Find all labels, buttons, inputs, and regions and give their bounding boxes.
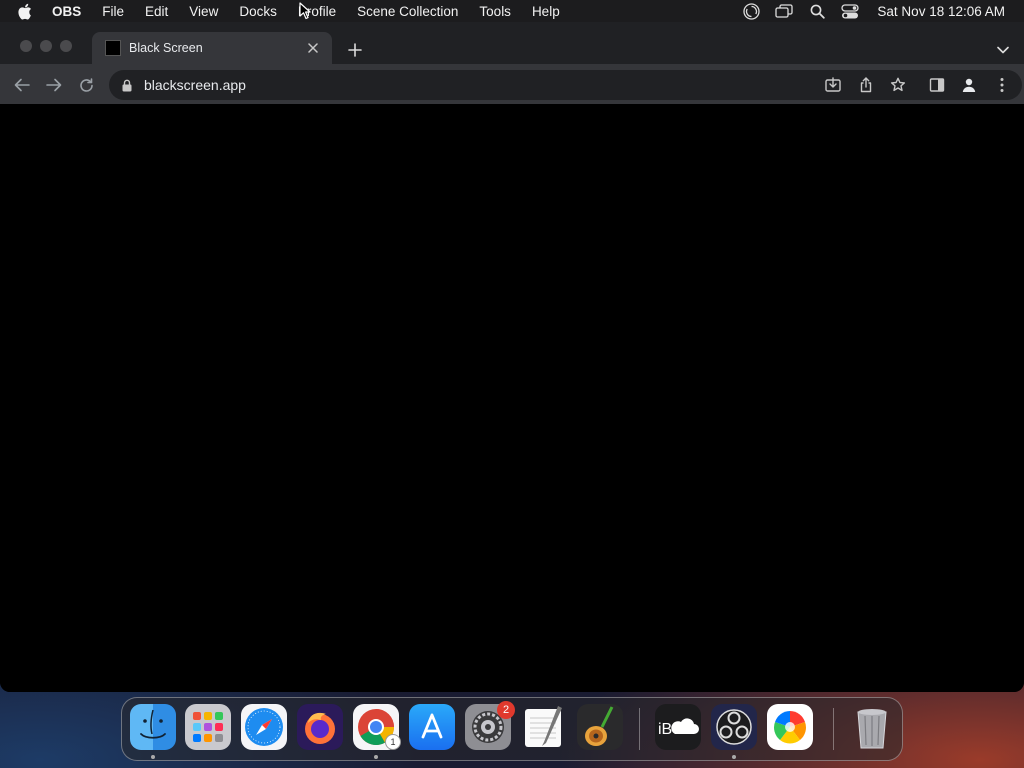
dock-separator <box>833 708 834 750</box>
lock-icon[interactable] <box>120 78 134 92</box>
trash-icon[interactable] <box>849 704 895 750</box>
search-icon[interactable] <box>807 3 827 19</box>
new-tab-button[interactable] <box>344 39 366 61</box>
firefox-icon[interactable] <box>297 704 343 750</box>
menu-view[interactable]: View <box>189 4 218 19</box>
window-controls <box>20 40 72 52</box>
back-arrow-icon[interactable] <box>11 74 33 96</box>
chrome-badge: 1 <box>385 734 401 750</box>
launchpad-icon[interactable] <box>185 704 231 750</box>
browser-toolbar: blackscreen.app <box>0 64 1024 104</box>
share-icon[interactable] <box>855 74 877 96</box>
bookmark-star-icon[interactable] <box>887 74 909 96</box>
obs-icon[interactable] <box>711 704 757 759</box>
menu-docks[interactable]: Docks <box>239 4 277 19</box>
more-menu-icon[interactable] <box>991 74 1013 96</box>
url-text[interactable]: blackscreen.app <box>144 77 246 93</box>
apple-menu-icon[interactable] <box>17 2 35 20</box>
color-icon[interactable] <box>767 704 813 750</box>
mouse-pointer-icon <box>299 2 311 25</box>
dock: 1 2 iB <box>121 697 903 761</box>
tab-title: Black Screen <box>129 41 203 55</box>
forward-arrow-icon[interactable] <box>43 74 65 96</box>
menu-edit[interactable]: Edit <box>145 4 168 19</box>
menu-bar: OBS File Edit View Docks Profile Scene C… <box>0 0 1024 22</box>
menu-help[interactable]: Help <box>532 4 560 19</box>
running-indicator <box>374 755 378 759</box>
tab-search-chevron-icon[interactable] <box>994 41 1012 59</box>
close-window-button[interactable] <box>20 40 32 52</box>
obs-status-icon[interactable] <box>741 2 761 20</box>
garageband-icon[interactable] <box>577 704 623 750</box>
running-indicator <box>732 755 736 759</box>
control-center-icon[interactable] <box>840 3 860 19</box>
page-viewport-black[interactable] <box>0 104 1024 692</box>
settings-badge: 2 <box>497 701 515 719</box>
close-tab-icon[interactable] <box>304 39 322 57</box>
menu-clock[interactable]: Sat Nov 18 12:06 AM <box>877 4 1005 19</box>
app-store-icon[interactable] <box>409 704 455 750</box>
dock-separator <box>639 708 640 750</box>
tab-favicon <box>105 40 121 56</box>
side-panel-icon[interactable] <box>926 74 948 96</box>
menu-tools[interactable]: Tools <box>479 4 511 19</box>
ib-cloud-icon[interactable]: iB <box>655 704 701 750</box>
menu-app-name[interactable]: OBS <box>52 4 81 19</box>
minimize-window-button[interactable] <box>40 40 52 52</box>
tab-strip: Black Screen <box>0 22 1024 64</box>
ib-text: iB <box>658 721 672 738</box>
running-indicator <box>151 755 155 759</box>
settings-icon[interactable]: 2 <box>465 701 515 750</box>
chrome-icon[interactable]: 1 <box>353 704 401 759</box>
tab-black-screen[interactable]: Black Screen <box>92 32 332 64</box>
zoom-window-button[interactable] <box>60 40 72 52</box>
menu-scene-collection[interactable]: Scene Collection <box>357 4 458 19</box>
safari-icon[interactable] <box>241 704 287 750</box>
profile-avatar-icon[interactable] <box>958 74 980 96</box>
install-app-icon[interactable] <box>822 74 844 96</box>
reload-icon[interactable] <box>75 74 97 96</box>
finder-icon[interactable] <box>130 704 176 759</box>
menu-file[interactable]: File <box>102 4 124 19</box>
address-bar[interactable]: blackscreen.app <box>109 70 1022 100</box>
textedit-icon[interactable] <box>521 704 567 750</box>
screens-icon[interactable] <box>774 3 794 19</box>
browser-window: Black Screen blackscreen.app <box>0 22 1024 692</box>
